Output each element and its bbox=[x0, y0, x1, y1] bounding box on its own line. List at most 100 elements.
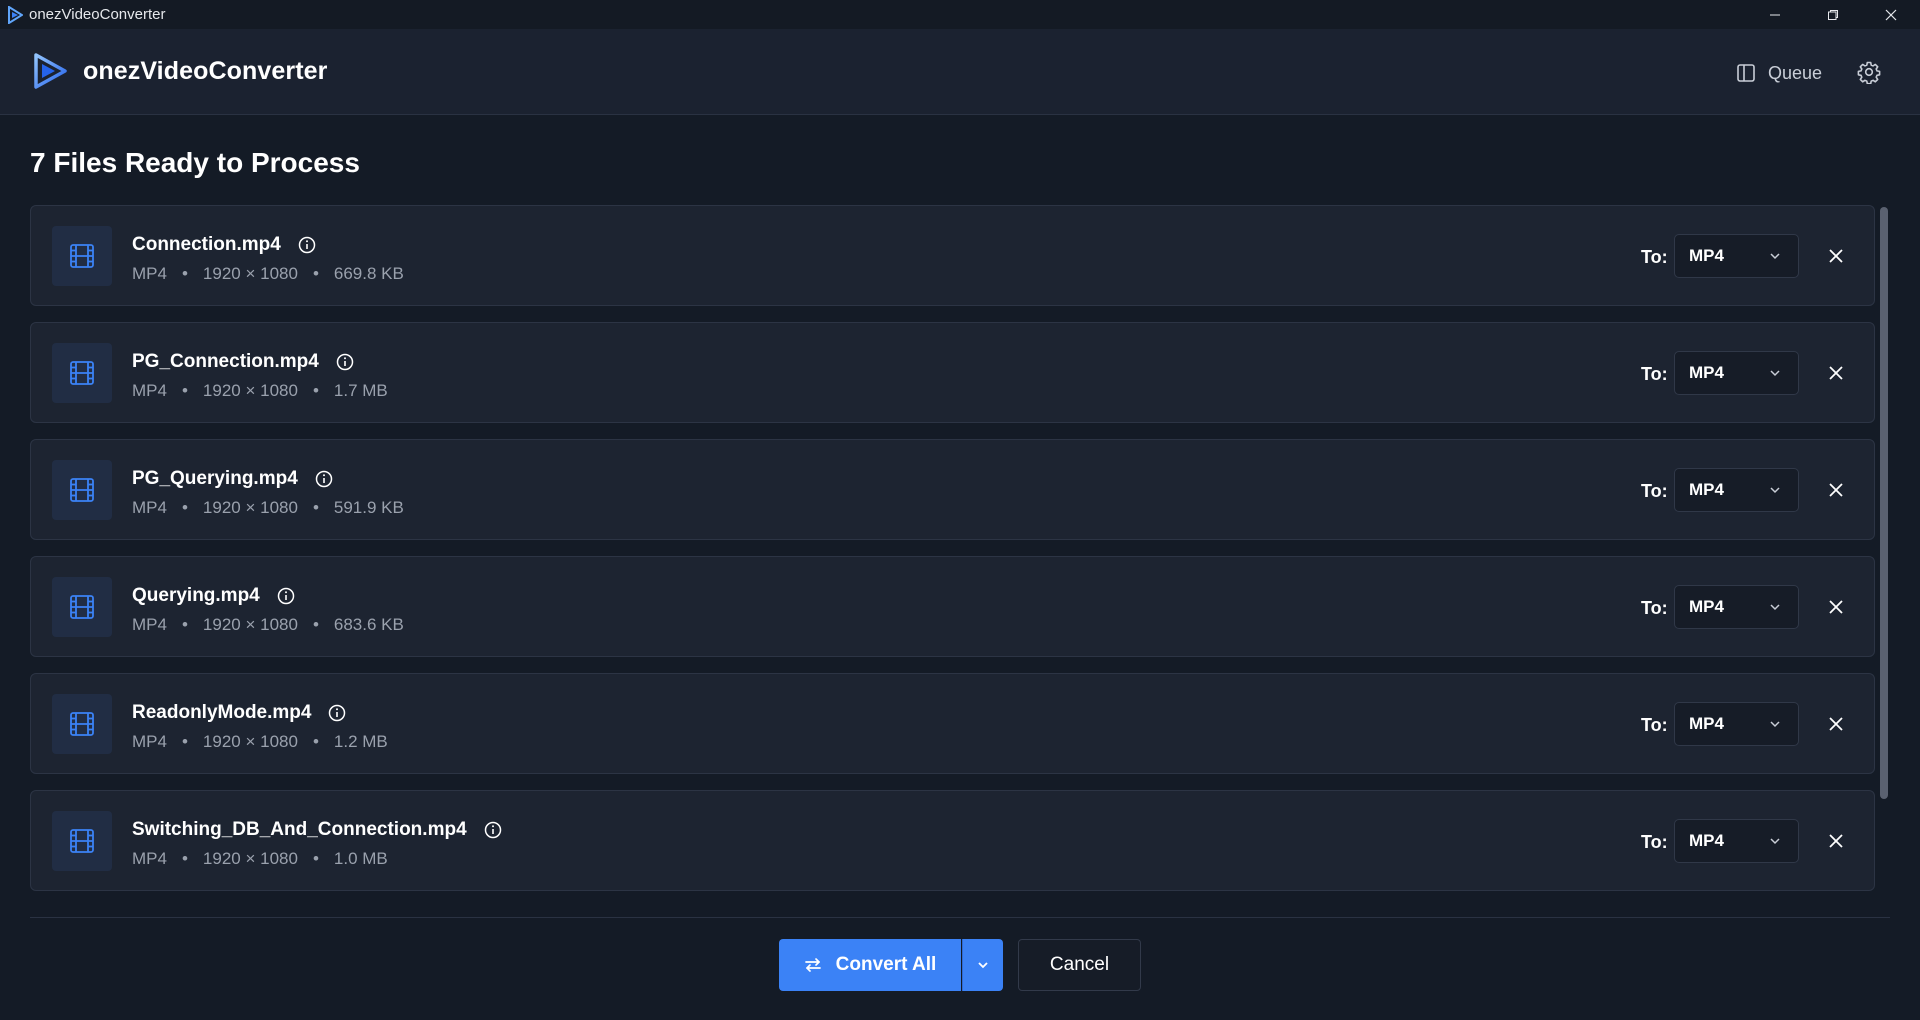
file-meta: MP4 • 1920 × 1080 • 1.7 MB bbox=[132, 381, 388, 401]
info-icon[interactable] bbox=[277, 587, 295, 605]
file-format: MP4 bbox=[132, 264, 167, 283]
queue-label: Queue bbox=[1768, 62, 1823, 83]
brand: onezVideoConverter bbox=[33, 53, 327, 89]
target-format-value: MP4 bbox=[1689, 246, 1724, 265]
chevron-down-icon bbox=[978, 962, 988, 969]
remove-file-button[interactable] bbox=[1824, 595, 1848, 619]
target-format-value: MP4 bbox=[1689, 597, 1724, 616]
remove-icon bbox=[1829, 834, 1843, 848]
file-name: Querying.mp4 bbox=[132, 585, 295, 607]
file-resolution: 1920 × 1080 bbox=[202, 849, 298, 868]
scrollbar-thumb[interactable] bbox=[1880, 207, 1888, 799]
info-icon[interactable] bbox=[298, 236, 316, 254]
restore-button[interactable] bbox=[1804, 0, 1862, 29]
file-meta: MP4 • 1920 × 1080 • 591.9 KB bbox=[132, 498, 404, 518]
meta-separator: • bbox=[181, 732, 188, 751]
meta-separator: • bbox=[181, 615, 188, 634]
film-icon bbox=[70, 595, 94, 619]
to-label: To: bbox=[1641, 715, 1668, 735]
file-name-text: PG_Querying.mp4 bbox=[132, 468, 298, 489]
info-icon[interactable] bbox=[484, 821, 502, 839]
meta-separator: • bbox=[181, 849, 188, 868]
file-size: 1.7 MB bbox=[333, 381, 388, 400]
file-format: MP4 bbox=[132, 732, 167, 751]
window-title: onezVideoConverter bbox=[29, 6, 166, 23]
remove-file-button[interactable] bbox=[1824, 829, 1848, 853]
file-resolution: 1920 × 1080 bbox=[202, 381, 298, 400]
file-resolution: 1920 × 1080 bbox=[202, 498, 298, 517]
file-thumbnail bbox=[52, 460, 112, 520]
target-format-select[interactable]: MP4 bbox=[1674, 351, 1799, 395]
file-size: 1.2 MB bbox=[333, 732, 388, 751]
queue-button[interactable]: Queue bbox=[1736, 58, 1822, 88]
convert-all-button[interactable]: Convert All bbox=[779, 939, 961, 991]
file-thumbnail bbox=[52, 694, 112, 754]
remove-file-button[interactable] bbox=[1824, 361, 1848, 385]
target-format-select[interactable]: MP4 bbox=[1674, 585, 1799, 629]
file-thumbnail bbox=[52, 577, 112, 637]
file-name-text: ReadonlyMode.mp4 bbox=[132, 702, 312, 723]
file-name: PG_Querying.mp4 bbox=[132, 468, 333, 490]
target-format-select[interactable]: MP4 bbox=[1674, 234, 1799, 278]
meta-separator: • bbox=[312, 381, 319, 400]
settings-button[interactable] bbox=[1853, 56, 1885, 88]
app-logo-icon bbox=[34, 53, 67, 89]
target-format-value: MP4 bbox=[1689, 831, 1724, 850]
window-controls bbox=[1746, 0, 1920, 29]
target-format-select[interactable]: MP4 bbox=[1674, 819, 1799, 863]
remove-icon bbox=[1829, 483, 1843, 497]
file-resolution: 1920 × 1080 bbox=[202, 615, 298, 634]
convert-options-dropdown[interactable] bbox=[962, 939, 1003, 991]
film-icon bbox=[70, 244, 94, 268]
meta-separator: • bbox=[181, 381, 188, 400]
meta-separator: • bbox=[181, 498, 188, 517]
info-icon[interactable] bbox=[336, 353, 354, 371]
file-name-text: Connection.mp4 bbox=[132, 234, 281, 255]
meta-separator: • bbox=[312, 498, 319, 517]
to-label: To: bbox=[1641, 364, 1668, 384]
file-card: Switching_DB_And_Connection.mp4 MP4 • 19… bbox=[30, 790, 1875, 891]
remove-icon bbox=[1829, 366, 1843, 380]
file-size: 669.8 KB bbox=[333, 264, 404, 283]
footer-divider bbox=[30, 917, 1890, 918]
to-label: To: bbox=[1641, 481, 1668, 501]
os-titlebar: onezVideoConverter bbox=[0, 0, 1920, 29]
minimize-button[interactable] bbox=[1746, 0, 1804, 29]
file-card: Connection.mp4 MP4 • 1920 × 1080 • 669.8… bbox=[30, 205, 1875, 306]
target-format-value: MP4 bbox=[1689, 363, 1724, 382]
file-thumbnail bbox=[52, 343, 112, 403]
target-format-value: MP4 bbox=[1689, 480, 1724, 499]
cancel-button[interactable]: Cancel bbox=[1018, 939, 1141, 991]
file-format: MP4 bbox=[132, 498, 167, 517]
file-card: PG_Connection.mp4 MP4 • 1920 × 1080 • 1.… bbox=[30, 322, 1875, 423]
film-icon bbox=[70, 478, 94, 502]
file-resolution: 1920 × 1080 bbox=[202, 732, 298, 751]
file-name: PG_Connection.mp4 bbox=[132, 351, 354, 373]
close-window-button[interactable] bbox=[1862, 0, 1920, 29]
remove-file-button[interactable] bbox=[1824, 478, 1848, 502]
info-icon[interactable] bbox=[315, 470, 333, 488]
meta-separator: • bbox=[181, 264, 188, 283]
remove-file-button[interactable] bbox=[1824, 712, 1848, 736]
file-name-text: Switching_DB_And_Connection.mp4 bbox=[132, 819, 467, 840]
file-card: Querying.mp4 MP4 • 1920 × 1080 • 683.6 K… bbox=[30, 556, 1875, 657]
swap-arrows-icon bbox=[804, 958, 821, 972]
panel-icon bbox=[1737, 64, 1755, 82]
file-name-text: Querying.mp4 bbox=[132, 585, 260, 606]
app-logo-icon bbox=[0, 0, 29, 29]
target-format-select[interactable]: MP4 bbox=[1674, 702, 1799, 746]
file-card: PG_Querying.mp4 MP4 • 1920 × 1080 • 591.… bbox=[30, 439, 1875, 540]
file-thumbnail bbox=[52, 811, 112, 871]
page-title: 7 Files Ready to Process bbox=[30, 147, 360, 178]
file-name-text: PG_Connection.mp4 bbox=[132, 351, 319, 372]
remove-file-button[interactable] bbox=[1824, 244, 1848, 268]
remove-icon bbox=[1829, 717, 1843, 731]
info-icon[interactable] bbox=[328, 704, 346, 722]
remove-icon bbox=[1829, 600, 1843, 614]
file-size: 591.9 KB bbox=[333, 498, 404, 517]
target-format-select[interactable]: MP4 bbox=[1674, 468, 1799, 512]
file-thumbnail bbox=[52, 226, 112, 286]
restore-icon bbox=[1828, 9, 1838, 20]
gear-icon bbox=[1857, 61, 1881, 84]
file-format: MP4 bbox=[132, 849, 167, 868]
